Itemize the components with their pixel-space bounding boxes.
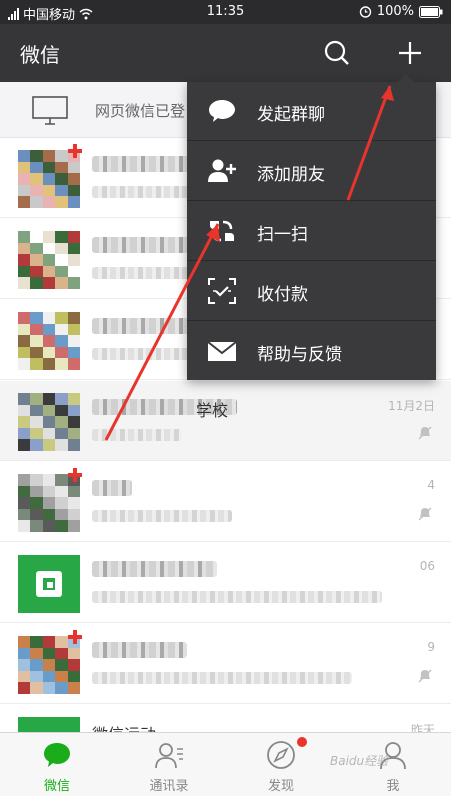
menu-item-chat-bubble[interactable]: 发起群聊 — [187, 82, 436, 141]
tab-label: 通讯录 — [149, 779, 189, 794]
chat-list-item[interactable]: 微信运动 昨天 — [0, 705, 451, 732]
chat-preview-blurred — [92, 186, 202, 198]
chat-preview-blurred — [92, 591, 382, 603]
menu-item-payment-scan[interactable]: 收付款 — [187, 262, 436, 321]
chat-time: 4 — [427, 478, 435, 492]
menu-item-label: 帮助与反馈 — [257, 345, 342, 365]
chat-time: 昨天 — [410, 723, 435, 732]
chat-name-blurred — [92, 561, 217, 577]
plus-icon[interactable] — [395, 38, 425, 68]
search-icon[interactable] — [322, 38, 352, 68]
web-wechat-text: 网页微信已登 — [95, 102, 186, 120]
avatar — [18, 150, 80, 208]
tab-chat[interactable]: 微信 — [1, 733, 113, 796]
plus-dropdown-menu: 发起群聊添加朋友扫一扫收付款帮助与反馈 — [187, 74, 436, 381]
status-bar: 中国移动 11:35 100% — [0, 0, 451, 24]
mail-icon — [207, 341, 237, 361]
new-badge-icon — [68, 630, 82, 644]
menu-item-mail[interactable]: 帮助与反馈 — [187, 322, 436, 381]
menu-item-scan[interactable]: 扫一扫 — [187, 202, 436, 261]
add-friend-icon — [208, 159, 236, 182]
tab-contacts[interactable]: 通讯录 — [113, 733, 225, 796]
chat-icon — [44, 743, 70, 767]
contacts-icon — [155, 743, 183, 769]
payment-scan-icon — [208, 278, 236, 304]
chat-preview-blurred — [92, 429, 182, 441]
menu-item-label: 发起群聊 — [257, 105, 325, 125]
chat-time: 06 — [419, 559, 435, 573]
chat-list-item[interactable]: 06 — [0, 543, 451, 623]
chat-name-blurred — [92, 642, 187, 658]
mute-bell-icon — [418, 507, 432, 521]
tab-label: 发现 — [267, 779, 294, 794]
battery-icon — [419, 5, 443, 18]
avatar — [18, 231, 80, 289]
mute-bell-icon — [418, 669, 432, 683]
battery-percent: 100% — [376, 4, 414, 19]
chat-name-blurred — [92, 480, 132, 496]
compass-icon — [267, 741, 295, 769]
new-badge-icon — [68, 468, 82, 482]
new-badge-icon — [68, 144, 82, 158]
tab-compass[interactable]: 发现 — [225, 733, 337, 796]
monitor-icon — [32, 96, 68, 125]
avatar — [18, 393, 80, 451]
status-right: 100% — [359, 4, 443, 19]
chat-name: 微信运动 — [92, 721, 156, 732]
menu-item-add-friend[interactable]: 添加朋友 — [187, 142, 436, 201]
baidu-watermark: Baidu经验 — [330, 754, 389, 768]
avatar — [18, 474, 80, 532]
chat-name: 学校 — [196, 401, 229, 420]
chat-time: 11月2日 — [388, 399, 435, 413]
chat-preview-blurred — [92, 510, 232, 522]
chat-list-item[interactable]: 学校 11月2日 — [0, 381, 451, 461]
scan-icon — [210, 220, 234, 242]
app-logo-icon — [36, 571, 62, 597]
menu-item-label: 扫一扫 — [257, 225, 308, 245]
page-title: 微信 — [20, 43, 60, 67]
tab-label: 我 — [386, 779, 400, 794]
chat-preview-blurred — [92, 348, 197, 360]
chat-preview-blurred — [92, 672, 352, 684]
avatar — [18, 717, 80, 732]
menu-item-label: 添加朋友 — [257, 165, 325, 185]
mute-bell-icon — [418, 426, 432, 440]
avatar — [18, 312, 80, 370]
chat-bubble-icon — [209, 100, 235, 122]
menu-item-label: 收付款 — [257, 285, 308, 305]
chat-time: 9 — [427, 640, 435, 654]
alarm-icon — [359, 6, 372, 18]
app-header: 微信 — [0, 24, 451, 82]
tab-label: 微信 — [43, 779, 70, 794]
chat-list-item[interactable]: 4 — [0, 462, 451, 542]
chat-list-item[interactable]: 9 — [0, 624, 451, 704]
avatar — [18, 555, 80, 613]
avatar — [18, 636, 80, 694]
notification-dot — [297, 737, 307, 747]
